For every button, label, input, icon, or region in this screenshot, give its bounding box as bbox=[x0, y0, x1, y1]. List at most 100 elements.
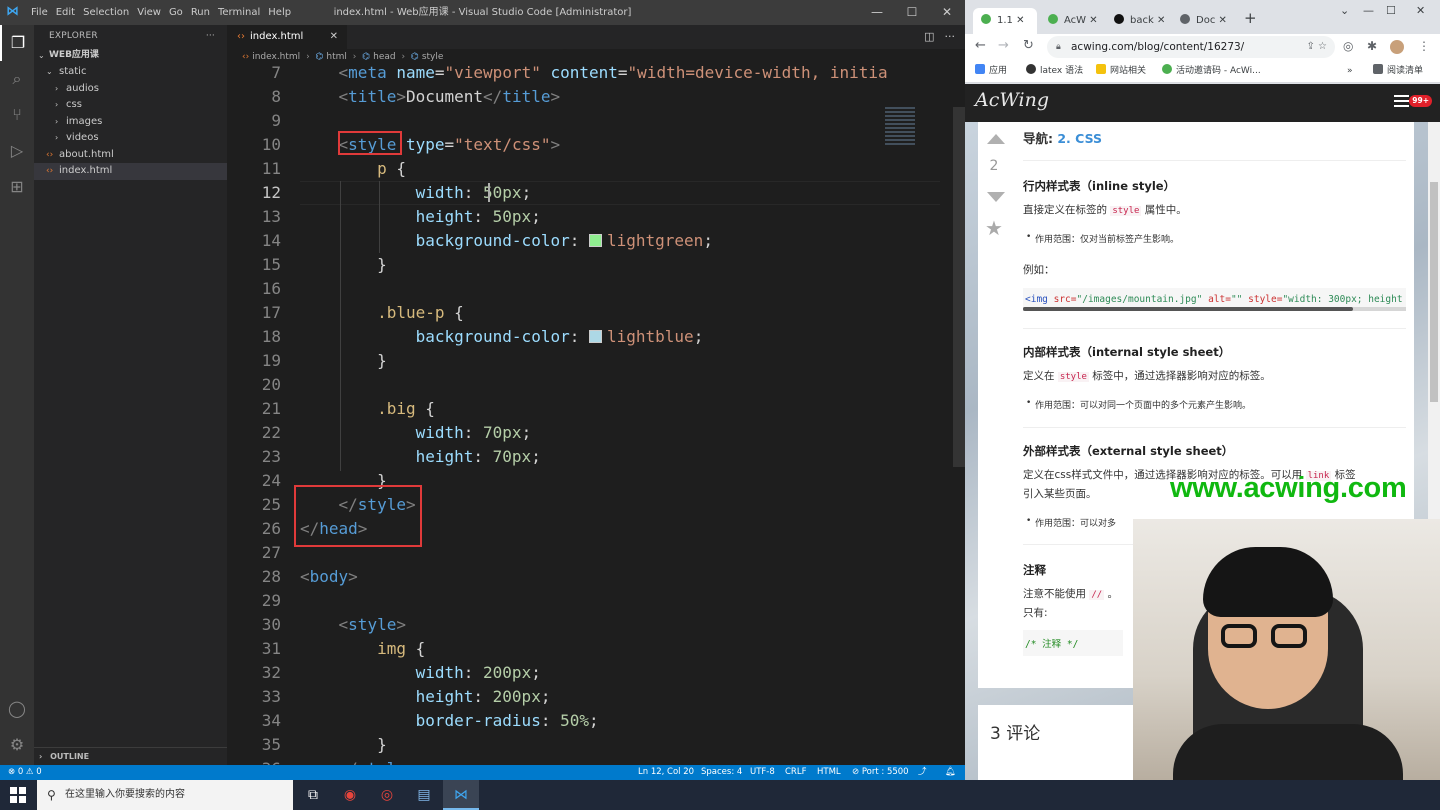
more-bookmarks-icon[interactable]: » bbox=[1347, 60, 1353, 82]
menu-file[interactable]: File bbox=[30, 0, 55, 25]
file-explorer-app-icon[interactable]: ▤ bbox=[406, 780, 442, 810]
bookmark-folder-sites[interactable]: 网站相关 bbox=[1096, 60, 1146, 82]
maximize-icon[interactable]: ☐ bbox=[1386, 4, 1396, 17]
back-arrow-icon[interactable]: ← bbox=[975, 38, 986, 53]
breadcrumb-file[interactable]: index.html bbox=[252, 52, 300, 62]
menu-view[interactable]: View bbox=[136, 0, 168, 25]
split-editor-icon[interactable]: ◫ bbox=[924, 30, 934, 43]
puzzle-extensions-icon[interactable]: ✱ bbox=[1367, 39, 1377, 53]
browser-tab[interactable]: Doc ✕ bbox=[1172, 8, 1238, 34]
scrollbar-thumb[interactable] bbox=[1430, 182, 1438, 402]
close-tab-icon[interactable]: ✕ bbox=[330, 25, 338, 49]
problems-indicator[interactable]: ⊗ 0 ⚠ 0 bbox=[8, 765, 42, 780]
screen-recorder-app-icon[interactable]: ◎ bbox=[369, 780, 405, 810]
tree-folder-css[interactable]: › css bbox=[34, 97, 227, 114]
live-server-port[interactable]: ⊘ Port : 5500 bbox=[852, 765, 909, 780]
bookmark-star-icon[interactable]: ☆ bbox=[1318, 41, 1327, 52]
source-control-icon[interactable]: ⑂ bbox=[0, 97, 34, 133]
explorer-icon[interactable]: ❐ bbox=[0, 25, 34, 61]
color-swatch-lightgreen[interactable] bbox=[588, 234, 602, 247]
tree-file-about[interactable]: ‹› about.html bbox=[34, 147, 227, 164]
feedback-icon[interactable]: ⤴ bbox=[918, 765, 927, 780]
minimize-icon[interactable]: — bbox=[860, 0, 894, 25]
more-actions-icon[interactable]: ··· bbox=[945, 30, 956, 43]
vscode-app-icon[interactable]: ⋈ bbox=[443, 780, 479, 810]
nav-link[interactable]: 2. CSS bbox=[1057, 131, 1102, 146]
forward-arrow-icon[interactable]: → bbox=[998, 38, 1009, 53]
breadcrumb-html[interactable]: html bbox=[326, 52, 347, 62]
upvote-arrow-icon[interactable] bbox=[987, 134, 1005, 144]
kebab-menu-icon[interactable]: ⋮ bbox=[1418, 39, 1430, 53]
indentation-setting[interactable]: Spaces: 4 bbox=[701, 765, 742, 780]
tree-folder-audios[interactable]: › audios bbox=[34, 81, 227, 98]
address-bar[interactable]: 🔒︎ acwing.com/blog/content/16273/ ⇪ ☆ bbox=[1047, 36, 1335, 58]
color-swatch-lightblue[interactable] bbox=[588, 330, 602, 343]
browser-tab-active[interactable]: 1.1 ✕ bbox=[973, 8, 1037, 34]
close-tab-icon[interactable]: ✕ bbox=[1219, 15, 1227, 26]
close-tab-icon[interactable]: ✕ bbox=[1089, 15, 1097, 26]
tree-root[interactable]: ⌄ WEB应用课 bbox=[34, 47, 227, 64]
vscode-window: ⋈ File Edit Selection View Go Run Termin… bbox=[0, 0, 965, 780]
editor-actions: ◫ ··· bbox=[914, 25, 955, 49]
tree-folder-videos[interactable]: › videos bbox=[34, 130, 227, 147]
extensions-icon[interactable]: ⊞ bbox=[0, 169, 34, 205]
more-actions-icon[interactable]: ··· bbox=[206, 25, 215, 47]
chevron-down-icon[interactable]: ⌄ bbox=[1340, 4, 1349, 17]
editor-scrollbar[interactable] bbox=[953, 107, 965, 467]
profile-avatar[interactable] bbox=[1390, 40, 1404, 54]
favorite-star-icon[interactable]: ★ bbox=[978, 216, 1010, 240]
extension-icon[interactable]: ◎ bbox=[1343, 39, 1353, 53]
chrome-app-icon[interactable]: ◉ bbox=[332, 780, 368, 810]
menu-go[interactable]: Go bbox=[168, 0, 190, 25]
code-block[interactable]: /* 注释 */ bbox=[1023, 630, 1123, 656]
html-file-icon: ‹› bbox=[237, 31, 245, 42]
encoding-setting[interactable]: UTF-8 bbox=[750, 765, 775, 780]
outline-section[interactable]: › OUTLINE bbox=[34, 747, 227, 765]
bookmark-apps[interactable]: 应用 bbox=[975, 60, 1007, 82]
line-number: 17 bbox=[261, 303, 281, 322]
scrollbar-thumb[interactable] bbox=[1023, 307, 1353, 311]
eol-setting[interactable]: CRLF bbox=[785, 765, 806, 780]
menu-run[interactable]: Run bbox=[190, 0, 217, 25]
close-tab-icon[interactable]: ✕ bbox=[1157, 15, 1165, 26]
share-icon[interactable]: ⇪ bbox=[1306, 41, 1314, 52]
search-icon[interactable]: ⌕ bbox=[0, 61, 34, 97]
windows-start-icon[interactable] bbox=[10, 787, 26, 803]
code-editor[interactable]: 7 8 9 10 11 12 13 14 15 16 17 18 19 20 2… bbox=[227, 66, 965, 765]
reading-list[interactable]: 阅读清单 bbox=[1373, 60, 1423, 82]
tab-index-html[interactable]: ‹› index.html ✕ bbox=[227, 25, 347, 49]
menu-help[interactable]: Help bbox=[267, 0, 298, 25]
close-icon[interactable]: ✕ bbox=[930, 0, 964, 25]
tree-folder-images[interactable]: › images bbox=[34, 114, 227, 131]
account-icon[interactable]: ◯ bbox=[0, 691, 34, 727]
cursor-position[interactable]: Ln 12, Col 20 bbox=[638, 765, 694, 780]
maximize-icon[interactable]: ☐ bbox=[895, 0, 929, 25]
settings-gear-icon[interactable]: ⚙ bbox=[0, 727, 34, 763]
tree-folder-static[interactable]: ⌄ static bbox=[34, 64, 227, 81]
bookmark-latex[interactable]: latex 语法 bbox=[1026, 60, 1083, 82]
minimize-icon[interactable]: — bbox=[1363, 4, 1374, 17]
browser-tab[interactable]: AcW ✕ bbox=[1040, 8, 1106, 34]
reload-icon[interactable]: ↻ bbox=[1023, 38, 1034, 53]
run-debug-icon[interactable]: ▷ bbox=[0, 133, 34, 169]
menu-selection[interactable]: Selection bbox=[82, 0, 136, 25]
tree-file-index[interactable]: ‹› index.html bbox=[34, 163, 227, 180]
close-tab-icon[interactable]: ✕ bbox=[1016, 15, 1024, 26]
close-icon[interactable]: ✕ bbox=[1416, 4, 1425, 17]
code-block-scrollbar[interactable] bbox=[1023, 307, 1406, 311]
new-tab-icon[interactable]: + bbox=[1244, 9, 1257, 27]
hamburger-menu-icon[interactable] bbox=[1394, 95, 1409, 107]
taskbar-search-box[interactable]: ⚲ 在这里输入你要搜索的内容 bbox=[37, 780, 293, 810]
browser-tab[interactable]: back ✕ bbox=[1106, 8, 1172, 34]
breadcrumb-head[interactable]: head bbox=[373, 52, 395, 62]
downvote-arrow-icon[interactable] bbox=[987, 192, 1005, 202]
bookmark-invite-code[interactable]: 活动邀请码 - AcWi... bbox=[1162, 60, 1261, 82]
menu-edit[interactable]: Edit bbox=[55, 0, 82, 25]
breadcrumb-style[interactable]: style bbox=[422, 52, 444, 62]
language-mode[interactable]: HTML bbox=[817, 765, 841, 780]
menu-terminal[interactable]: Terminal bbox=[217, 0, 267, 25]
task-view-icon[interactable]: ⧉ bbox=[295, 780, 331, 810]
notifications-bell-icon[interactable]: 🔔︎ bbox=[945, 765, 956, 780]
acwing-logo[interactable]: AcWing bbox=[975, 89, 1049, 111]
minimap[interactable] bbox=[885, 107, 915, 187]
